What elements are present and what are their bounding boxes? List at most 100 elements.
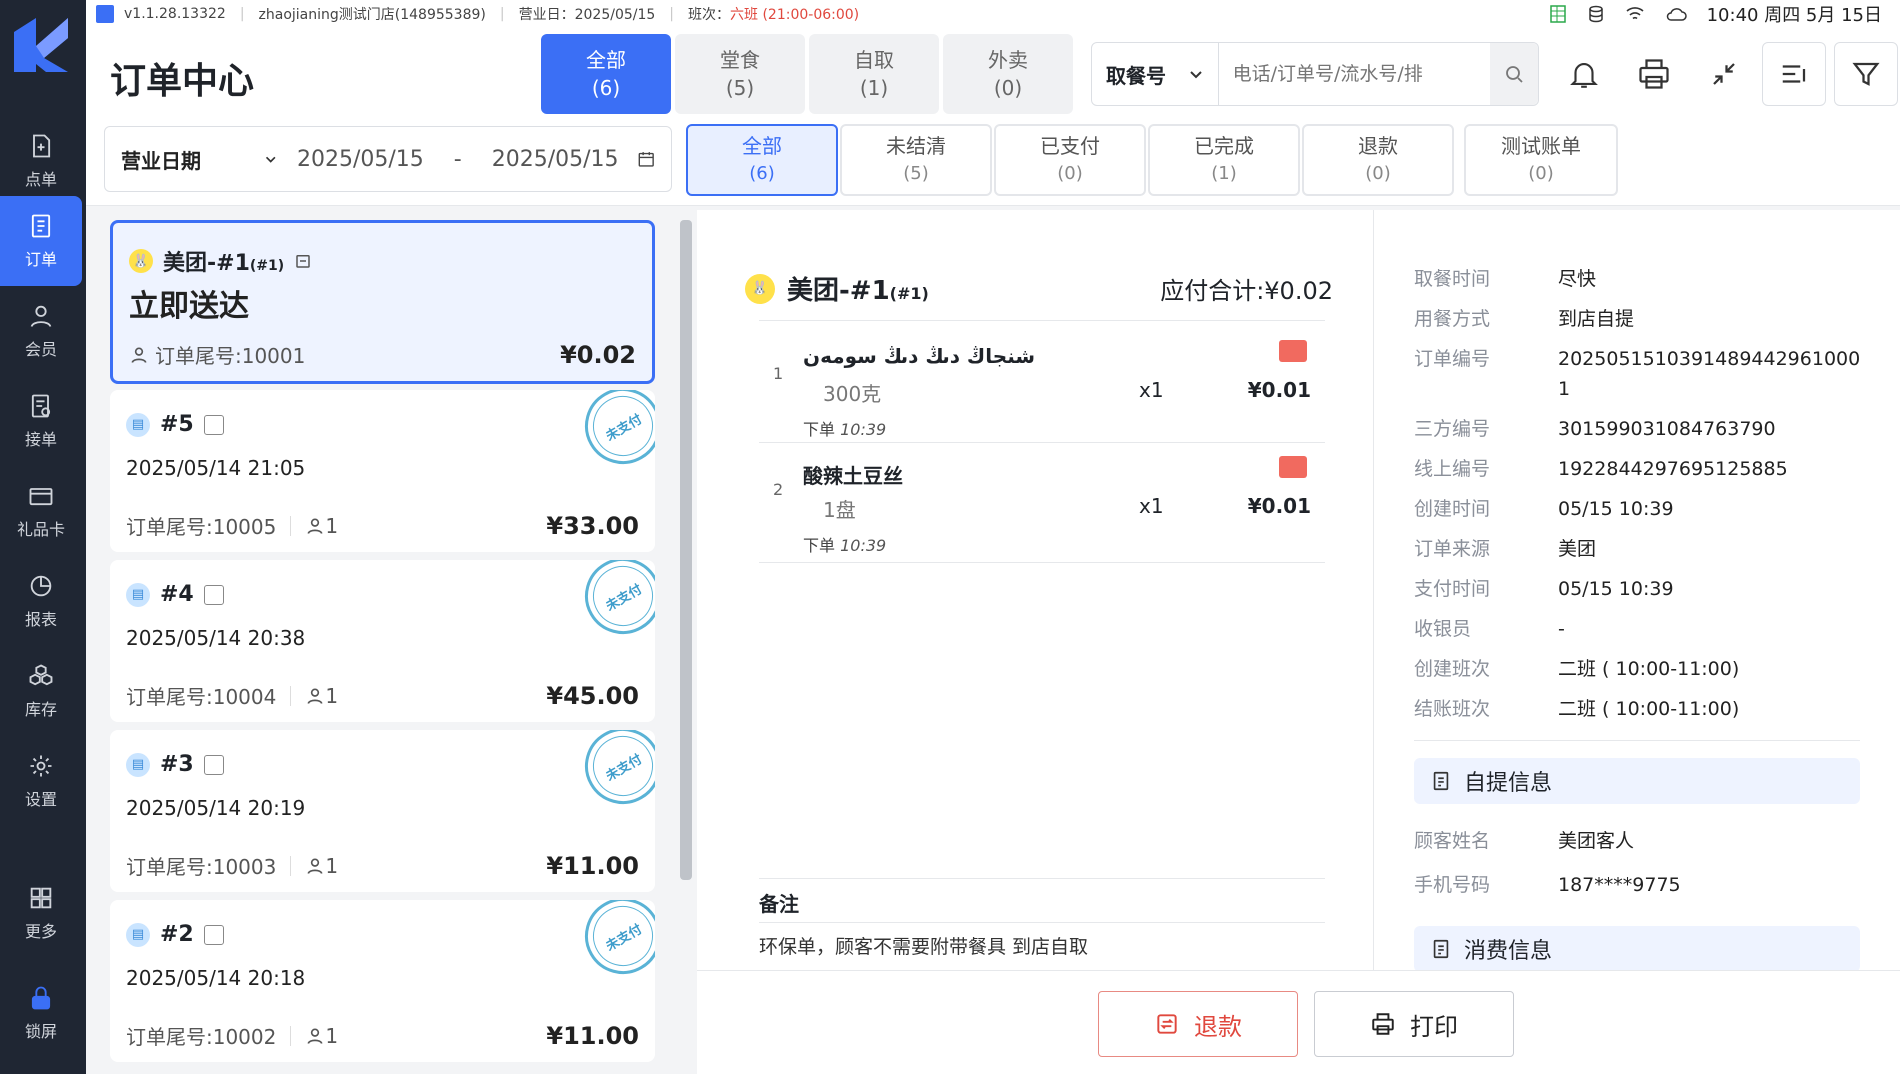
item-price: ¥0.01	[1247, 494, 1311, 518]
order-card[interactable]: 未支付 ▤ #4 2025/05/14 20:38 订单尾号:10004 1 ¥…	[110, 560, 655, 722]
order-item[interactable]: 1 شنجاڭ دىڭ دىڭ سومەن 300克 x1 ¥0.01 下单 1…	[759, 326, 1325, 440]
shift-label: 班次：	[688, 7, 731, 23]
order-card[interactable]: 未支付 ▤ #5 2025/05/14 21:05 订单尾号:10005 1 ¥…	[110, 390, 655, 552]
order-datetime: 2025/05/14 21:05	[126, 456, 306, 480]
tab-label: 全部	[586, 48, 626, 72]
meituan-icon: 🐰	[745, 273, 775, 304]
clock: 10:40 周四 5月 15日	[1706, 5, 1882, 26]
person-icon	[307, 858, 323, 874]
order-card[interactable]: 🐰 美团-#1(#1) 立即送达 订单尾号:10001 ¥0.02	[110, 220, 655, 384]
date-range-picker[interactable]: 营业日期 2025/05/15 - 2025/05/15	[104, 126, 672, 192]
order-card-head: 🐰 美团-#1(#1)	[129, 245, 312, 277]
sidebar-item-order[interactable]: 点单	[0, 116, 82, 206]
tab-dine-in[interactable]: 堂食 (5)	[675, 34, 805, 114]
status-tab-completed[interactable]: 已完成 (1)	[1148, 124, 1300, 196]
info-row: 用餐方式 到店自提	[1414, 304, 1874, 334]
tab-delivery[interactable]: 外卖 (0)	[943, 34, 1073, 114]
order-amount: ¥11.00	[546, 851, 639, 880]
divider	[290, 1025, 292, 1046]
search-input[interactable]	[1218, 43, 1490, 105]
sort-button[interactable]	[1762, 42, 1826, 106]
search-button[interactable]	[1489, 43, 1538, 105]
search-icon	[1505, 66, 1523, 83]
section-title: 消费信息	[1464, 939, 1553, 964]
order-card-head: ▤ #3	[126, 752, 224, 777]
status-tab-unsettled[interactable]: 未结清 (5)	[840, 124, 992, 196]
printer-icon	[1372, 1013, 1394, 1035]
status-tab-test-bill[interactable]: 测试账单 (0)	[1464, 124, 1618, 196]
info-value: 1922844297695125885	[1558, 458, 1788, 480]
dine-in-icon	[203, 584, 224, 605]
refund-button[interactable]: 退款	[1098, 991, 1298, 1057]
order-total: 应付合计:¥0.02	[1160, 277, 1333, 305]
print-label: 打印	[1410, 1012, 1458, 1041]
print-button[interactable]: 打印	[1314, 991, 1514, 1057]
unpaid-stamp: 未支付	[571, 390, 655, 478]
sidebar-item-gift-card[interactable]: 礼品卡	[0, 466, 82, 556]
order-list-scrollbar[interactable]	[680, 220, 692, 880]
status-tab-all[interactable]: 全部 (6)	[686, 124, 838, 196]
info-row: 顾客姓名 美团客人	[1414, 826, 1874, 856]
separator: |	[669, 6, 675, 22]
database-icon	[1588, 5, 1603, 23]
tab-label: 自取	[854, 48, 894, 72]
add-order-icon	[33, 134, 51, 158]
info-row: 创建时间 05/15 10:39	[1414, 494, 1874, 524]
sidebar-item-member[interactable]: 会员	[0, 286, 82, 376]
sidebar-item-settings[interactable]: 设置	[0, 736, 82, 826]
info-key: 创建班次	[1414, 658, 1491, 680]
order-tail-number: 订单尾号:10001	[155, 344, 306, 368]
order-detail-title: 美团-#1(#1)	[787, 270, 929, 307]
filter-icon	[1852, 62, 1880, 86]
header: 订单中心 全部 (6) 堂食 (5) 自取 (1) 外卖 (0) 取餐号	[86, 28, 1900, 118]
edit-icon[interactable]	[1279, 456, 1307, 478]
notification-button[interactable]	[1552, 42, 1616, 106]
search-type-select[interactable]: 取餐号	[1092, 43, 1219, 105]
filter-button[interactable]	[1834, 42, 1898, 106]
order-card[interactable]: 未支付 ▤ #2 2025/05/14 20:18 订单尾号:10002 1 ¥…	[110, 900, 655, 1062]
info-row: 订单来源 美团	[1414, 534, 1874, 564]
status-tab-paid[interactable]: 已支付 (0)	[994, 124, 1146, 196]
info-key: 顾客姓名	[1414, 830, 1491, 852]
sidebar-item-accept[interactable]: 接单	[0, 376, 82, 466]
guest-count: 1	[325, 1023, 339, 1048]
info-value: 美团客人	[1558, 830, 1635, 852]
collapse-button[interactable]	[1692, 42, 1756, 106]
order-card[interactable]: 未支付 ▤ #3 2025/05/14 20:19 订单尾号:10003 1 ¥…	[110, 730, 655, 892]
tab-count: (1)	[859, 76, 889, 100]
divider	[759, 562, 1325, 563]
info-row: 取餐时间 尽快	[1414, 264, 1874, 294]
sidebar-item-more[interactable]: 更多	[0, 868, 82, 958]
status-tab-refund[interactable]: 退款 (0)	[1302, 124, 1454, 196]
edit-icon[interactable]	[1279, 340, 1307, 362]
pos-source-icon: ▤	[126, 752, 150, 777]
sidebar-item-orders[interactable]: 订单	[0, 196, 82, 286]
date-separator: -	[453, 146, 462, 172]
sidebar-item-label: 库存	[24, 700, 57, 719]
order-sub: (#1)	[249, 258, 285, 274]
sidebar-item-inventory[interactable]: 库存	[0, 646, 82, 736]
tab-all[interactable]: 全部 (6)	[541, 34, 671, 114]
guest-count: 1	[325, 683, 339, 708]
sidebar-item-report[interactable]: 报表	[0, 556, 82, 646]
print-settings-button[interactable]	[1622, 42, 1686, 106]
order-item[interactable]: 2 酸辣土豆丝 1盘 x1 ¥0.01 下单 10:39	[759, 442, 1325, 556]
tab-pickup[interactable]: 自取 (1)	[809, 34, 939, 114]
sidebar-item-label: 更多	[24, 922, 57, 941]
document-icon	[1433, 771, 1449, 791]
info-row: 线上编号 1922844297695125885	[1414, 454, 1874, 484]
info-key: 支付时间	[1414, 578, 1491, 600]
sidebar-item-lock[interactable]: 锁屏	[0, 968, 82, 1058]
person-icon	[307, 1028, 323, 1044]
lock-icon	[31, 986, 51, 1010]
status-tab-count: (0)	[1528, 163, 1554, 184]
item-order-time: 下单 10:39	[803, 416, 886, 440]
info-value: 05/15 10:39	[1558, 578, 1674, 600]
calendar-small-icon	[296, 255, 310, 268]
status-tab-label: 全部	[742, 134, 782, 158]
info-row: 三方编号 301599031084763790	[1414, 414, 1874, 444]
order-info-panel: 取餐时间 尽快 用餐方式 到店自提 订单编号 20250515103914894429…	[1373, 210, 1900, 972]
person-icon	[307, 688, 323, 704]
date-from: 2025/05/15	[296, 146, 424, 172]
gear-icon	[30, 755, 52, 777]
